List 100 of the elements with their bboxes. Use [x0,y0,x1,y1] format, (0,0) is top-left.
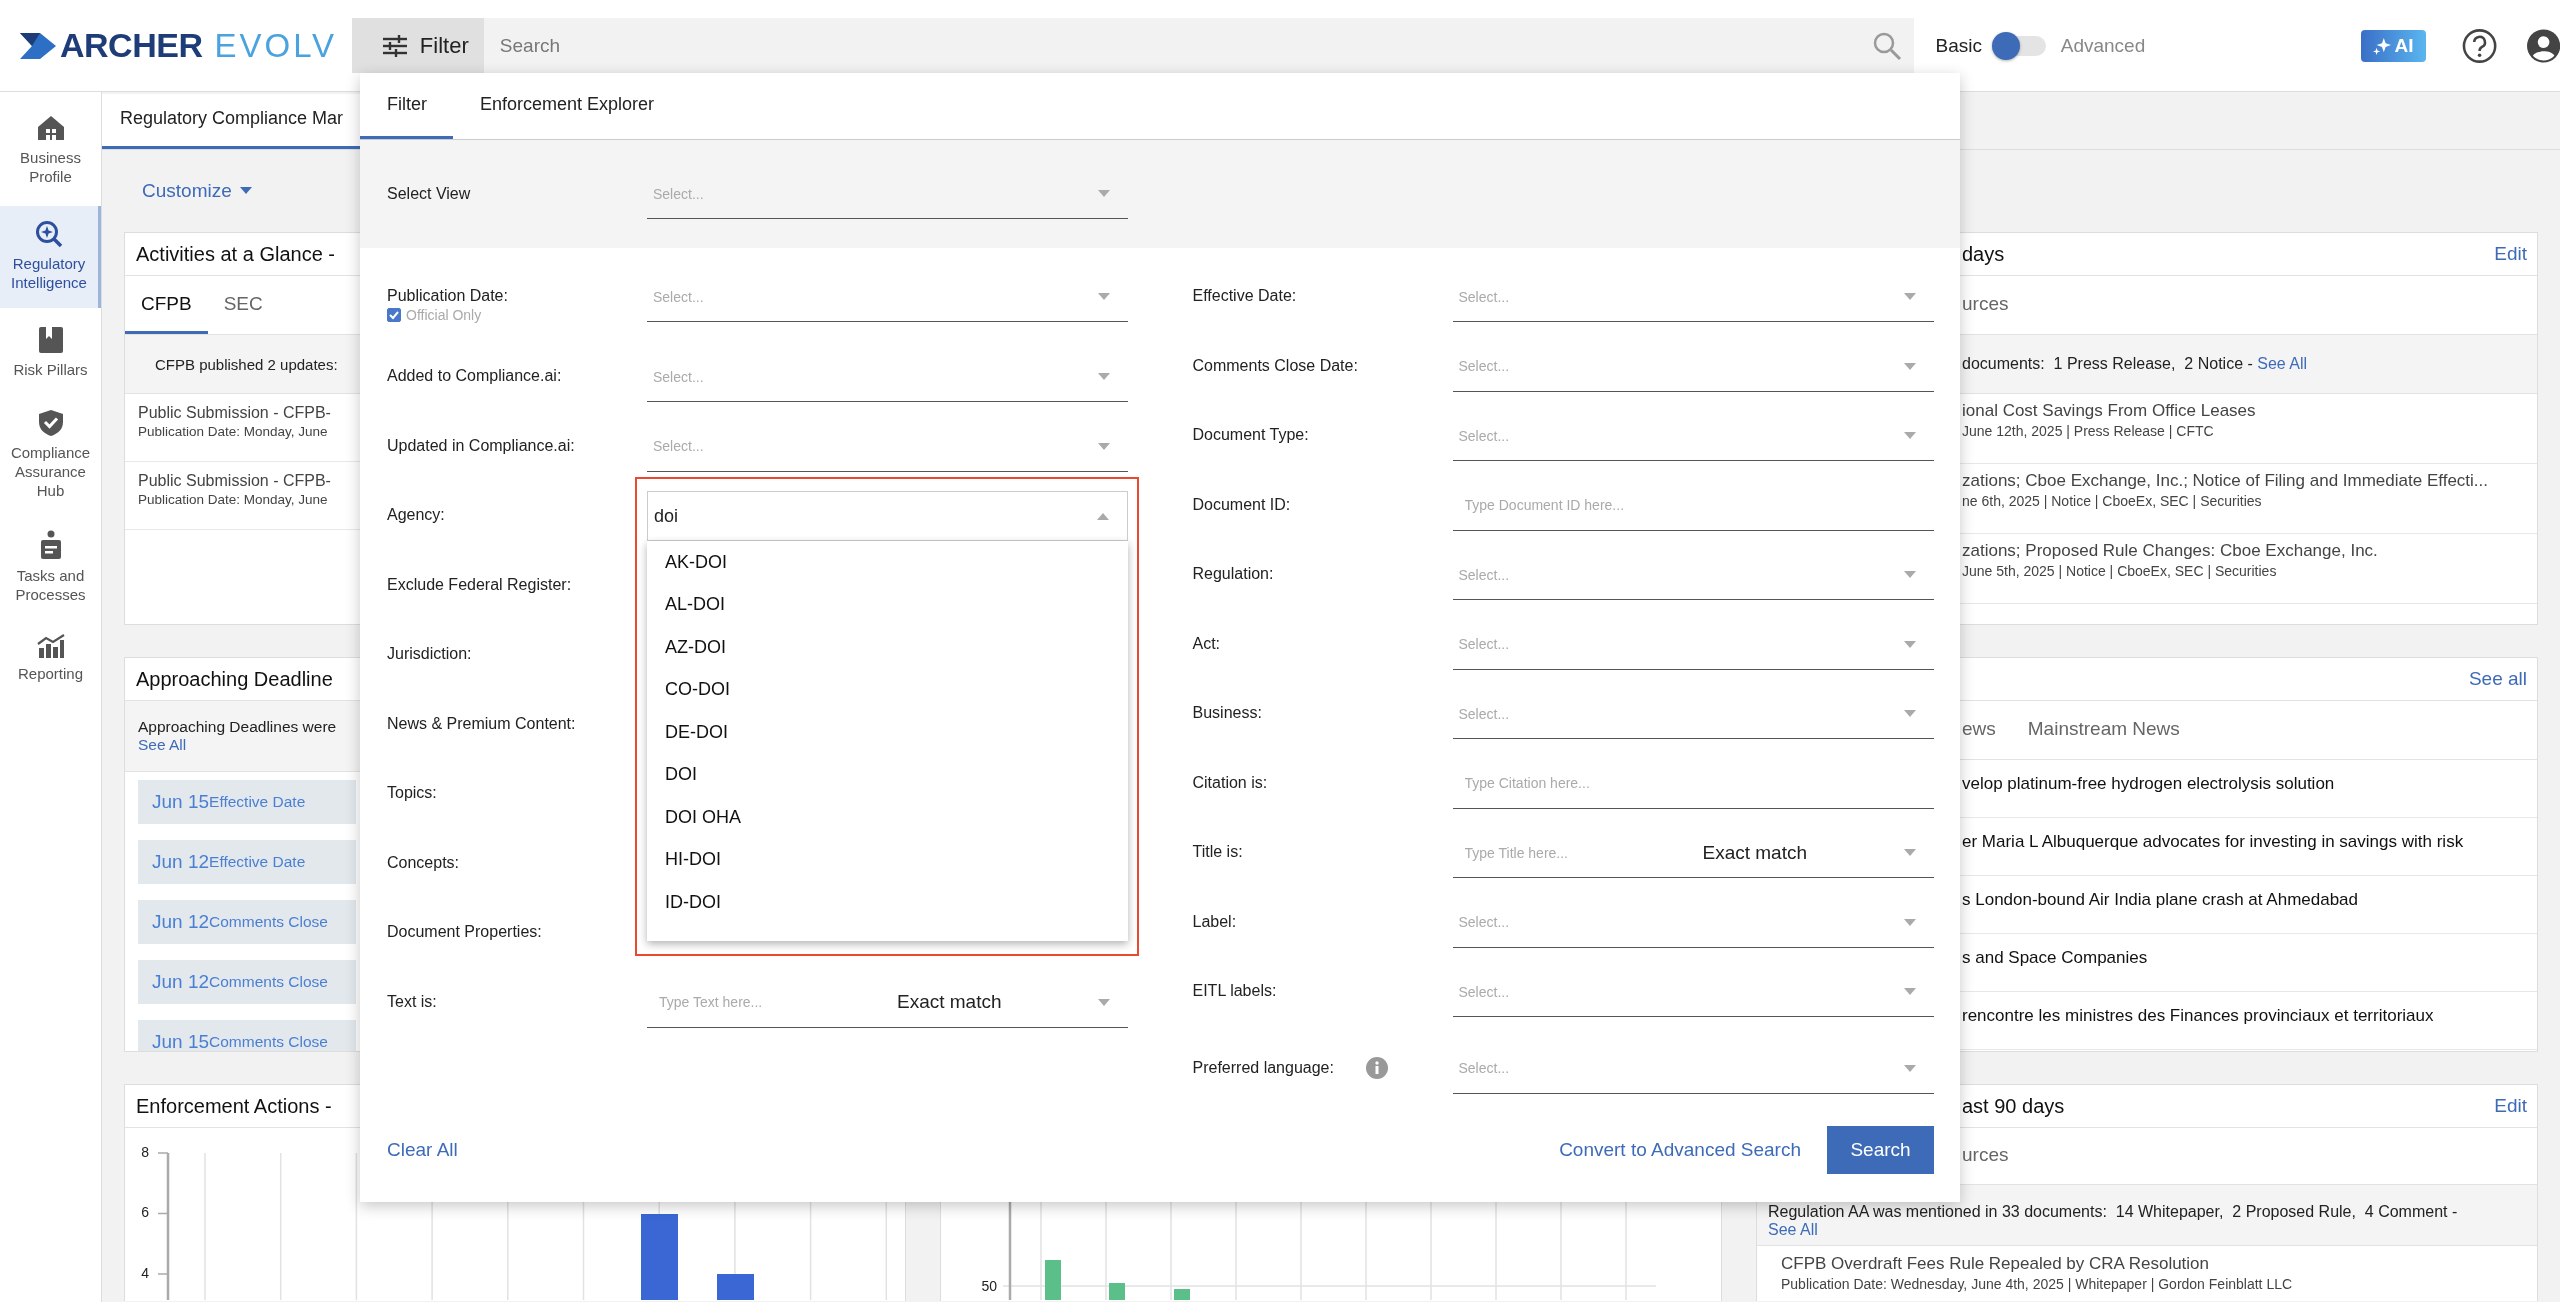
card-title: ast 90 days [1962,1094,2065,1118]
bar [1045,1260,1061,1300]
tab[interactable]: SEC [207,276,279,334]
toggle-knob[interactable] [1992,31,2021,60]
checkbox[interactable] [387,308,401,322]
dropdown-option[interactable]: DOI [647,753,1128,796]
caret-icon [1098,293,1110,300]
sidebar-item[interactable]: Compliance Assurance Hub [0,399,101,512]
field-label: Concepts: [387,853,460,872]
document-title[interactable]: CFPB Overdraft Fees Rule Repealed by CRA Resolution [1781,1254,2210,1274]
field-label: Added to Compliance.ai: [387,367,562,385]
tab[interactable]: Enforcement Explorer [453,73,681,139]
filter-button[interactable]: Filter [351,18,484,73]
field-label: Comments Close Date: [1192,356,1358,375]
document-meta: Publication Date: Monday, June [138,424,328,439]
dropdown-option[interactable]: DOI OHA [647,796,1128,839]
news-headline[interactable]: velop platinum-free hydrogen electrolysis solution [1962,774,2335,793]
help-icon[interactable] [2461,27,2497,64]
bar [717,1274,754,1300]
field-label: Jurisdiction: [387,645,472,663]
document-meta: June 5th, 2025 | Notice | CboeEx, SEC | Securities [1962,563,2277,579]
sliders-icon [381,34,408,57]
convert-link[interactable]: Convert to Advanced Search [1559,1126,1801,1174]
search-button[interactable]: Search [1827,1126,1934,1174]
news-headline[interactable]: s and Space Companies [1962,948,2148,967]
sidebar-item[interactable]: Regulatory Intelligence [0,206,101,308]
mode-label: Basic [1935,34,1983,57]
document-meta: Publication Date: Monday, June [138,492,328,507]
field-label: Select View [387,185,472,203]
document-meta: June 12th, 2025 | Press Release | CFTC [1962,423,2214,439]
dropdown-option[interactable]: DE-DOI [647,711,1128,754]
field-label: Act: [1192,634,1221,653]
field-label: Publication Date: [387,287,508,305]
news-headline[interactable]: rencontre les ministres des Finances provinciaux et territoriaux [1962,1006,2434,1025]
clear-all-link[interactable]: Clear All [387,1126,458,1174]
caret-icon [1097,512,1109,520]
customize-menu[interactable]: Customize [142,180,252,202]
notice-text: Approaching Deadlines were [138,718,337,736]
field-label: Document Type: [1192,426,1309,444]
caret-icon [1903,571,1916,578]
bar [1174,1289,1190,1300]
caret-icon [1903,1064,1916,1072]
edit-link[interactable]: Edit [2494,243,2527,265]
dropdown-option[interactable]: AL-DOI [647,583,1128,626]
dropdown-option[interactable]: AK-DOI [647,541,1128,584]
field-label: Document ID: [1192,495,1291,514]
field-label: Regulation: [1192,565,1274,583]
field-label: Exclude Federal Register: [387,575,572,594]
match-select[interactable]: Exact match [1702,828,1934,878]
account-icon[interactable] [2526,28,2560,63]
axis-tick-label: 50 [981,1278,997,1294]
tab[interactable]: urces [1962,276,2025,334]
sparkle-icon [2373,36,2392,55]
bar [1109,1283,1125,1300]
sidebar-item[interactable]: Risk Pillars [0,316,101,391]
sidebar-item[interactable]: Tasks and Processes [0,520,101,616]
dropdown-option[interactable]: AZ-DOI [647,626,1128,669]
axis-tick-label: 4 [141,1264,149,1281]
page-tab[interactable]: Regulatory Compliance Mar [102,94,360,149]
match-select[interactable]: Exact match [897,977,1128,1028]
mode-toggle[interactable] [1992,31,2045,60]
tab[interactable]: Mainstream News [2011,701,2196,759]
document-title[interactable]: Public Submission - CFPB- [138,472,331,490]
document-title[interactable]: ional Cost Savings From Office Leases [1962,401,2256,421]
search-field[interactable]: Search [483,18,1914,73]
info-icon[interactable] [1365,1056,1388,1079]
agency-combobox[interactable]: doi [647,491,1128,541]
caret-icon [1098,373,1110,380]
dropdown-option[interactable]: CO-DOI [647,668,1128,711]
caret-icon [1903,710,1916,717]
document-title[interactable]: zations; Proposed Rule Changes: Cboe Exchange, Inc. [1962,541,2378,561]
see-all-link[interactable]: See All [1768,1221,1818,1238]
document-title[interactable]: zations; Cboe Exchange, Inc.; Notice of Filing and Immediate Effecti... [1962,471,2488,491]
dropdown-option[interactable]: HI-DOI [647,838,1128,881]
see-all-link[interactable]: See All [2257,355,2308,372]
axis-tick-label: 6 [141,1204,149,1221]
see-all-link[interactable]: See All [138,736,187,754]
news-headline[interactable]: s London-bound Air India plane crash at Ahmedabad [1962,890,2358,909]
search-icon[interactable] [1871,30,1902,61]
shield-check-icon [37,409,64,437]
see-all-link[interactable]: See all [2468,668,2527,690]
news-headline[interactable]: er Maria L Albuquerque advocates for investing in savings with risk [1962,832,2464,851]
document-title[interactable]: Public Submission - CFPB- [138,404,331,422]
card-title: Approaching Deadline [136,667,333,691]
search-input[interactable]: Search [483,24,1872,67]
dropdown-option[interactable]: ID-DOI [647,881,1128,924]
sidebar-item[interactable]: Reporting [0,624,101,695]
field-label: Agency: [387,506,445,524]
field-label: Business: [1192,704,1262,722]
field-label: News & Premium Content: [387,714,576,733]
field-label: EITL labels: [1192,982,1277,1000]
caret-icon [1903,362,1916,370]
field-label: Topics: [387,784,437,802]
tab[interactable]: ews [1962,701,2012,759]
sidebar-item[interactable]: Business Profile [0,104,101,198]
tab[interactable]: urces [1962,1128,2025,1184]
book-icon [37,326,64,354]
caret-icon [1098,190,1110,197]
edit-link[interactable]: Edit [2494,1095,2527,1117]
logo-icon [20,32,56,59]
